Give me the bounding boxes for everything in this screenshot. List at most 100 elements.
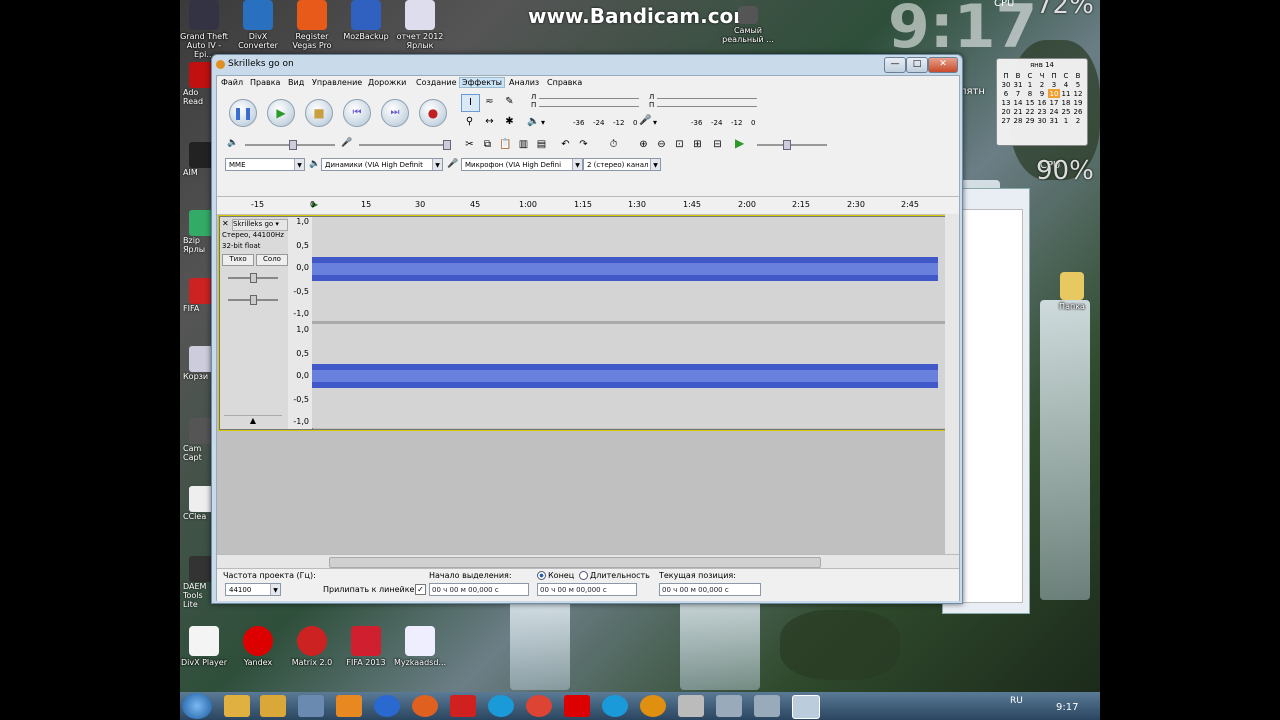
calendar-day[interactable]: 29 <box>1024 116 1036 125</box>
multi-tool-button[interactable]: ✱ <box>501 114 518 130</box>
output-device-select[interactable]: Динамики (VIA High Definit ▼ <box>321 158 443 171</box>
waveform-left-channel[interactable] <box>312 217 946 321</box>
output-volume-thumb[interactable] <box>289 140 297 150</box>
microphone-icon[interactable]: 🎤 <box>639 115 651 126</box>
calendar-day[interactable]: 2 <box>1036 80 1048 89</box>
copy-button[interactable]: ⧉ <box>479 137 496 153</box>
speed-slider[interactable] <box>757 144 827 146</box>
input-volume-slider[interactable] <box>359 144 449 146</box>
input-channels-select[interactable]: 2 (стерео) канал ▼ <box>583 158 661 171</box>
fit-project-button[interactable]: ⊞ <box>689 137 706 153</box>
waveform-right-channel[interactable] <box>312 324 946 428</box>
fit-selection-button[interactable]: ⊡ <box>671 137 688 153</box>
horizontal-scrollbar[interactable] <box>217 554 959 569</box>
zoom-tool-button[interactable]: ⚲ <box>461 114 478 130</box>
length-radio[interactable] <box>579 571 588 580</box>
desktop-icon-mozbackup[interactable]: MozBackup <box>338 0 394 41</box>
calendar-day[interactable]: 18 <box>1060 98 1072 107</box>
close-button[interactable]: ✕ <box>928 57 958 73</box>
play-button[interactable]: ▶ <box>267 99 295 127</box>
calendar-day[interactable]: 6 <box>1000 89 1012 98</box>
calendar-day[interactable]: 14 <box>1012 98 1024 107</box>
menu-generate[interactable]: Создание <box>416 78 457 87</box>
pause-button[interactable]: ❚❚ <box>229 99 257 127</box>
calendar-day-today[interactable]: 10 <box>1048 89 1060 98</box>
audacity-window[interactable]: Skrilleks go on — □ ✕ Файл Правка Вид Уп… <box>211 54 963 604</box>
taskbar-media-icon[interactable] <box>298 695 324 717</box>
redo-button[interactable]: ↷ <box>575 137 592 153</box>
track-name-menu[interactable]: Skrilleks go ▾ <box>232 219 288 231</box>
calendar-day[interactable]: 20 <box>1000 107 1012 116</box>
calendar-day[interactable]: 17 <box>1048 98 1060 107</box>
calendar-day[interactable]: 1 <box>1060 116 1072 125</box>
taskbar-app2-icon[interactable] <box>716 695 742 717</box>
calendar-day[interactable]: 30 <box>1036 116 1048 125</box>
taskbar-skype-icon[interactable] <box>488 695 514 717</box>
taskbar-yandex-browser-icon[interactable] <box>450 695 476 717</box>
calendar-day[interactable]: 13 <box>1000 98 1012 107</box>
end-radio[interactable] <box>537 571 546 580</box>
timeshift-tool-button[interactable]: ↔ <box>481 114 498 130</box>
selection-tool-button[interactable]: I <box>461 94 480 112</box>
calendar-day[interactable]: 24 <box>1048 107 1060 116</box>
audio-host-select[interactable]: MME ▼ <box>225 158 305 171</box>
speaker-icon[interactable]: 🔈 <box>527 116 539 127</box>
calendar-day[interactable]: 9 <box>1036 89 1048 98</box>
taskbar-player-icon[interactable] <box>336 695 362 717</box>
calendar-day[interactable]: 7 <box>1012 89 1024 98</box>
track-control-panel[interactable]: ✕ Skrilleks go ▾ Стерео, 44100Hz 32-bit … <box>220 217 289 429</box>
calendar-day[interactable]: 25 <box>1060 107 1072 116</box>
dropdown-arrow-icon[interactable]: ▾ <box>541 118 545 127</box>
desktop-icon-yandex[interactable]: Yandex <box>230 626 286 667</box>
menu-transport[interactable]: Управление <box>312 78 362 87</box>
desktop-icon-fifa2013[interactable]: FIFA 2013 <box>338 626 394 667</box>
zoom-toggle-button[interactable]: ⊟ <box>709 137 726 153</box>
calendar-day[interactable]: 31 <box>1048 116 1060 125</box>
input-device-select[interactable]: Микрофон (VIA High Defini ▼ <box>461 158 583 171</box>
vertical-scrollbar[interactable] <box>945 214 959 554</box>
calendar-day[interactable]: 22 <box>1024 107 1036 116</box>
menu-analyze[interactable]: Анализ <box>509 78 539 87</box>
gain-slider-thumb[interactable] <box>250 273 257 283</box>
project-rate-select[interactable]: 44100 ▼ <box>225 583 281 596</box>
language-indicator[interactable]: RU <box>1010 696 1023 706</box>
menu-file[interactable]: Файл <box>221 78 243 87</box>
dropdown-arrow-icon[interactable]: ▼ <box>650 159 660 170</box>
taskbar-ie-icon[interactable] <box>374 695 400 717</box>
calendar-day[interactable]: 27 <box>1000 116 1012 125</box>
paste-button[interactable]: 📋 <box>497 137 514 153</box>
taskbar-yandex-icon[interactable] <box>564 695 590 717</box>
calendar-day[interactable]: 11 <box>1060 89 1072 98</box>
taskbar-firefox-icon[interactable] <box>412 695 438 717</box>
sync-lock-button[interactable]: ⏱ <box>605 137 622 153</box>
dropdown-arrow-icon[interactable]: ▼ <box>294 159 304 170</box>
selection-end-field[interactable]: 00 ч 00 м 00,000 с <box>537 583 637 596</box>
solo-button[interactable]: Соло <box>256 254 288 266</box>
collapse-track-button[interactable]: ▲ <box>224 415 282 426</box>
pan-slider-thumb[interactable] <box>250 295 257 305</box>
skip-to-end-button[interactable]: ⏭ <box>381 99 409 127</box>
menu-edit[interactable]: Правка <box>250 78 280 87</box>
taskbar-folder-icon[interactable] <box>260 695 286 717</box>
speed-slider-thumb[interactable] <box>783 140 791 150</box>
desktop-icon-folder[interactable]: Папка <box>1044 272 1100 311</box>
cut-button[interactable]: ✂ <box>461 137 478 153</box>
desktop-icon-divx-converter[interactable]: DivX Converter <box>230 0 286 50</box>
calendar-day[interactable]: 26 <box>1072 107 1084 116</box>
calendar-day[interactable]: 3 <box>1048 80 1060 89</box>
calendar-day[interactable]: 28 <box>1012 116 1024 125</box>
skip-to-start-button[interactable]: ⏮ <box>343 99 371 127</box>
desktop-icon-matrix[interactable]: Matrix 2.0 <box>284 626 340 667</box>
calendar-day[interactable]: 1 <box>1024 80 1036 89</box>
menu-help[interactable]: Справка <box>547 78 582 87</box>
zoom-in-button[interactable]: ⊕ <box>635 137 652 153</box>
dropdown-arrow-icon[interactable]: ▼ <box>270 584 280 595</box>
selection-start-field[interactable]: 00 ч 00 м 00,000 с <box>429 583 529 596</box>
play-at-speed-button[interactable]: ▶ <box>735 136 744 150</box>
trim-button[interactable]: ▥ <box>515 137 532 153</box>
audio-track[interactable]: ✕ Skrilleks go ▾ Стерео, 44100Hz 32-bit … <box>218 215 948 431</box>
taskbar-skype2-icon[interactable] <box>602 695 628 717</box>
calendar-day[interactable]: 5 <box>1072 80 1084 89</box>
maximize-button[interactable]: □ <box>906 57 928 73</box>
stop-button[interactable]: ■ <box>305 99 333 127</box>
